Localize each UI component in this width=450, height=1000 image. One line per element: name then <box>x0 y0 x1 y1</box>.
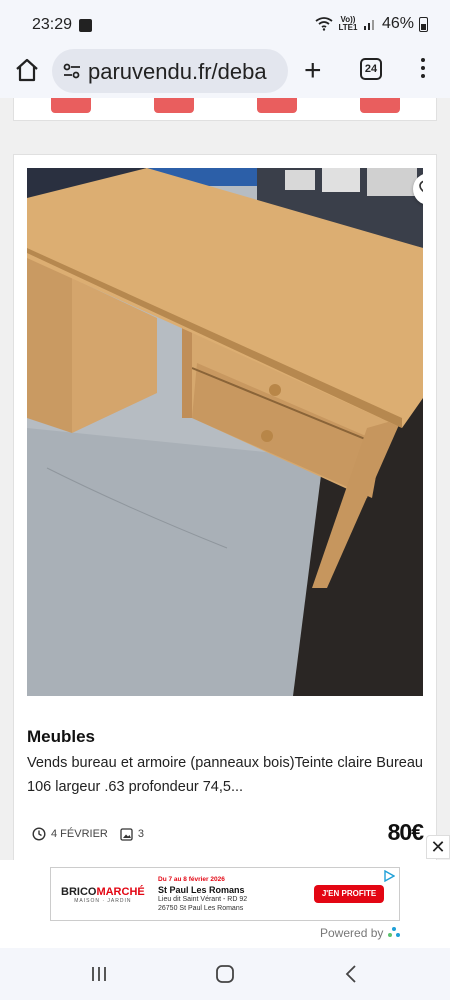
url-text: paruvendu.fr/deba <box>88 59 267 84</box>
listing-date: 4 FÉVRIER <box>51 828 108 840</box>
overflow-menu-icon[interactable] <box>418 58 428 82</box>
battery-icon <box>419 16 428 32</box>
action-button-2[interactable] <box>154 98 194 113</box>
ad-network-logo-icon <box>388 927 401 937</box>
ad-brand-tagline: MAISON · JARDIN <box>74 898 132 904</box>
action-button-1[interactable] <box>51 98 91 113</box>
site-settings-icon[interactable] <box>62 61 82 81</box>
ad-address: Lieu dit Saint Vérant - RD 92 26750 St P… <box>158 896 247 913</box>
address-bar[interactable]: paruvendu.fr/deba <box>52 49 288 93</box>
new-tab-icon[interactable]: + <box>304 56 322 86</box>
powered-by-label: Powered by <box>320 926 384 940</box>
heart-icon <box>419 180 423 193</box>
ad-address-line1: Lieu dit Saint Vérant - RD 92 <box>158 896 248 903</box>
wifi-icon <box>315 17 333 31</box>
ad-banner[interactable]: BRICOMARCHÉ MAISON · JARDIN Du 7 au 8 fé… <box>50 867 400 921</box>
ad-dates: Du 7 au 8 février 2026 <box>158 876 225 883</box>
browser-toolbar: paruvendu.fr/deba + 24 <box>0 46 450 98</box>
ad-brand-part2: MARCHÉ <box>96 886 145 898</box>
ad-store-name: St Paul Les Romans <box>158 885 245 895</box>
listing-category[interactable]: Meubles <box>27 727 95 747</box>
home-icon[interactable] <box>14 57 40 83</box>
ad-brand-part1: BRICO <box>61 886 97 898</box>
powered-by[interactable]: Powered by <box>320 926 401 940</box>
adchoices-icon[interactable] <box>383 870 395 882</box>
listing-photo[interactable] <box>27 168 423 696</box>
home-nav-icon[interactable] <box>215 964 235 984</box>
back-icon[interactable] <box>342 964 362 984</box>
desk-photo-image <box>27 168 423 696</box>
ad-banner-strip: BRICOMARCHÉ MAISON · JARDIN Du 7 au 8 fé… <box>0 860 450 948</box>
clock-icon <box>32 827 46 841</box>
listing-description[interactable]: Vends bureau et armoire (panneaux bois)T… <box>27 751 423 799</box>
close-ad-button[interactable]: ✕ <box>426 835 450 859</box>
page-content: Meubles Vends bureau et armoire (panneau… <box>0 98 450 948</box>
clock: 23:29 <box>32 16 73 33</box>
volte-label: Vo)) LTE1 <box>338 15 358 32</box>
action-button-4[interactable] <box>360 98 400 113</box>
ad-brand-logo: BRICOMARCHÉ MAISON · JARDIN <box>61 886 145 904</box>
status-bar: 23:29 Vo)) LTE1 46% <box>0 0 450 46</box>
system-navigation-bar <box>0 948 450 1000</box>
recent-apps-icon[interactable] <box>89 964 109 984</box>
listing-price: 80€ <box>387 819 424 845</box>
signal-icon <box>363 20 374 30</box>
listing-meta: 4 FÉVRIER 3 <box>32 827 144 841</box>
ad-cta-button[interactable]: J'EN PROFITE <box>314 885 384 903</box>
status-icons: Vo)) LTE1 46% <box>315 15 428 33</box>
ad-address-line2: 26750 St Paul Les Romans <box>158 904 244 912</box>
previous-listing-actions <box>13 98 437 121</box>
listing-card[interactable]: Meubles Vends bureau et armoire (panneau… <box>13 154 437 874</box>
battery-percent: 46% <box>381 15 414 32</box>
action-button-3[interactable] <box>257 98 297 113</box>
photo-count-icon <box>120 827 133 841</box>
listing-photo-count: 3 <box>137 828 144 840</box>
gallery-notification-icon <box>79 19 92 32</box>
tab-switcher-button[interactable]: 24 <box>360 58 382 80</box>
